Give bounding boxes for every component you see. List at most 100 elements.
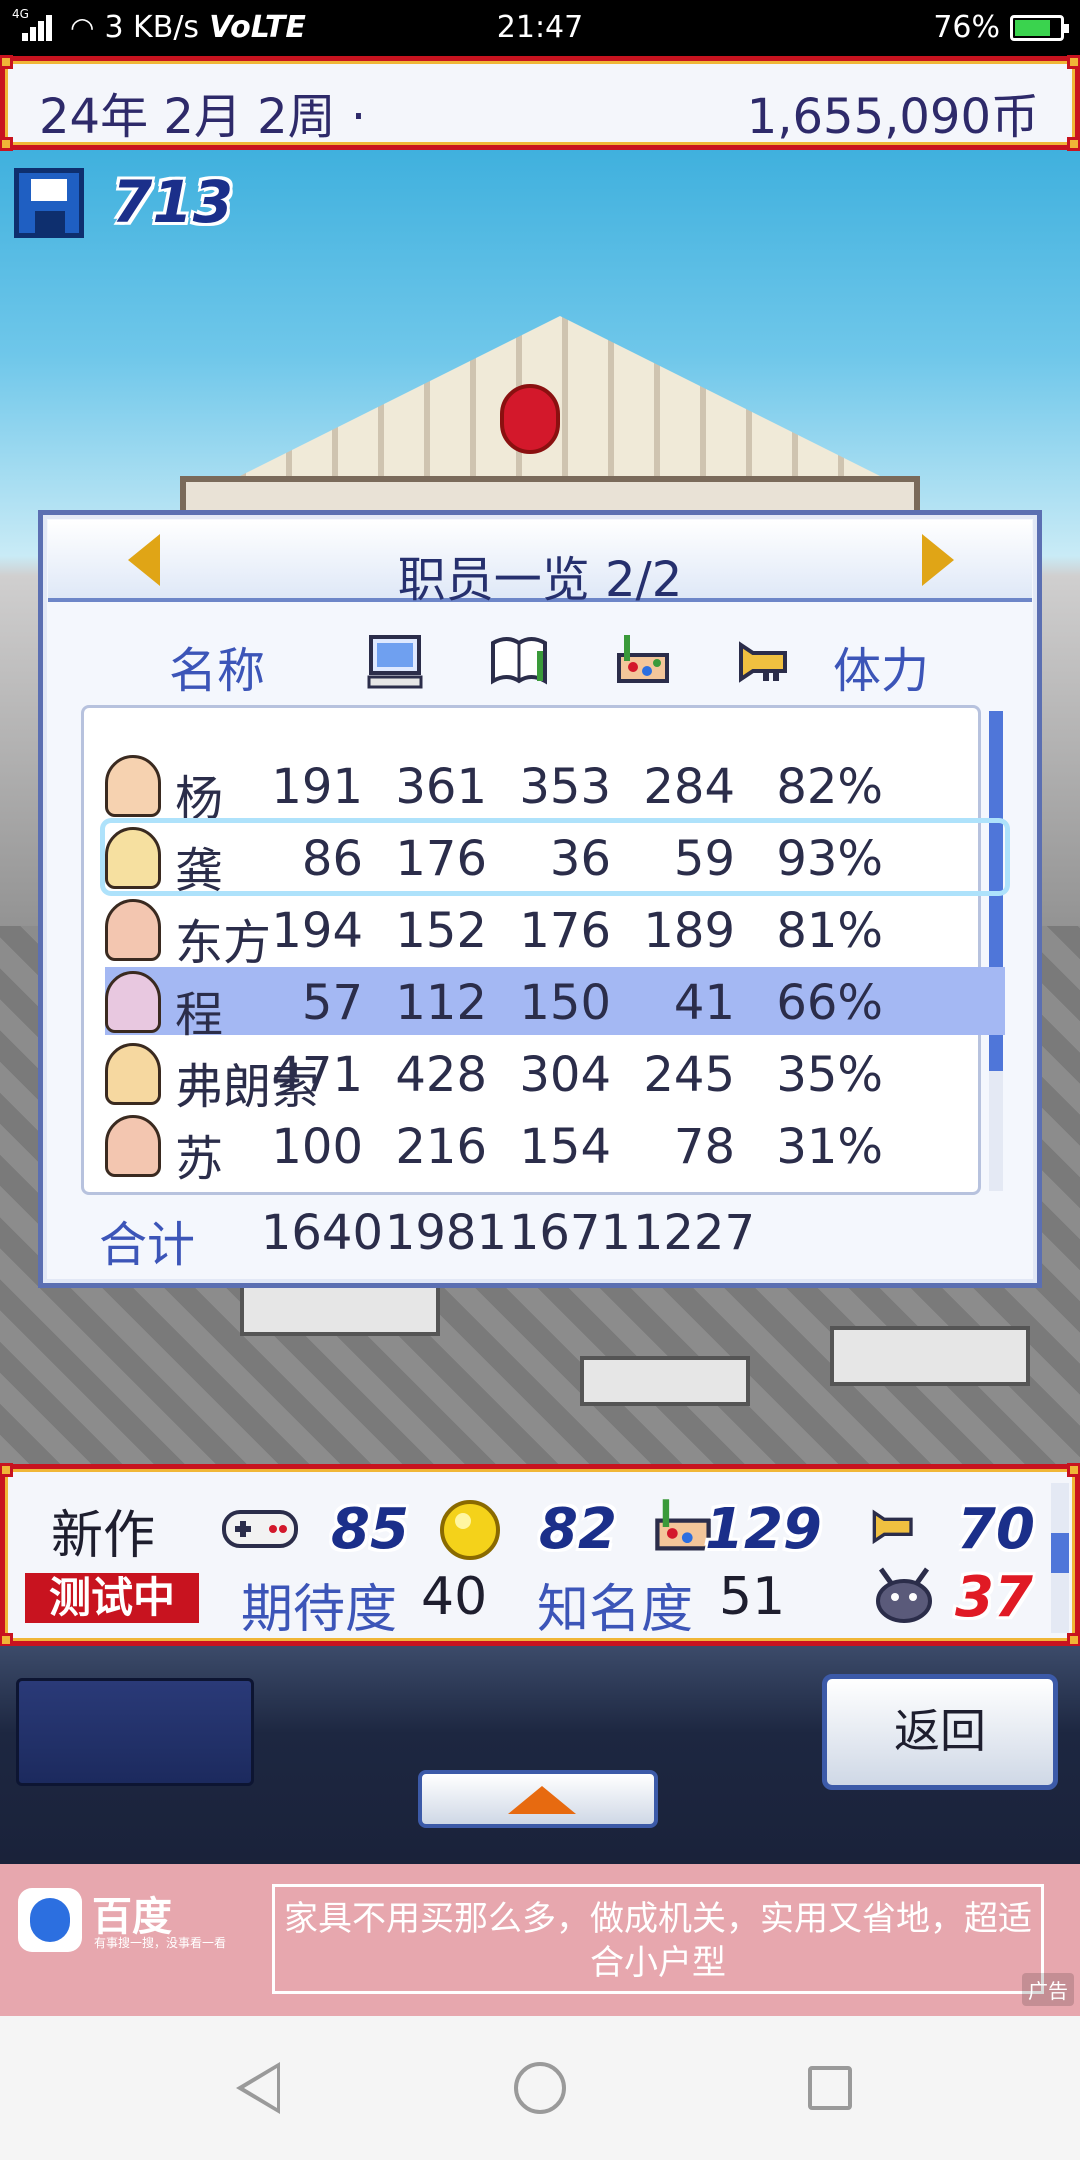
game-bar-scrollbar[interactable] bbox=[1051, 1483, 1069, 1633]
floppy-disk-icon[interactable] bbox=[14, 168, 84, 238]
baidu-logo-icon bbox=[18, 1888, 82, 1952]
battery-percent: 76% bbox=[933, 10, 1000, 45]
office-desk bbox=[580, 1356, 750, 1406]
paint-icon bbox=[617, 635, 669, 683]
computer-icon bbox=[367, 635, 423, 689]
staff-stamina: 31% bbox=[776, 1119, 883, 1175]
panel-header: 职员一览 2/2 bbox=[48, 520, 1032, 608]
staff-skill-value: 41 bbox=[673, 975, 735, 1031]
staff-skill-value: 59 bbox=[673, 831, 735, 887]
expectation-value: 40 bbox=[421, 1567, 488, 1627]
staff-name: 杨 bbox=[175, 771, 224, 827]
ad-tag[interactable]: 广告 bbox=[1022, 1973, 1074, 2006]
panel-title: 职员一览 2/2 bbox=[397, 552, 683, 608]
staff-skill-value: 86 bbox=[301, 831, 363, 887]
game-status-bar: 新作 测试中 85 82 129 70 期待度 40 知名度 51 37 bbox=[0, 1463, 1080, 1647]
staff-skill-value: 194 bbox=[271, 903, 363, 959]
total-value-3: 1671 bbox=[508, 1205, 631, 1261]
trumpet-icon bbox=[872, 1509, 913, 1545]
new-game-label: 新作 bbox=[51, 1506, 156, 1566]
battery-icon bbox=[1010, 14, 1069, 41]
staff-name: 程 bbox=[175, 987, 224, 1043]
staff-name: 苏 bbox=[175, 1131, 224, 1187]
staff-row[interactable]: 杨 191 361 353 284 82% bbox=[105, 751, 1005, 827]
staff-skill-value: 191 bbox=[271, 759, 363, 815]
expand-up-button[interactable] bbox=[418, 1770, 658, 1828]
ad-banner[interactable]: 百度 有事搜一搜，没事看一看 家具不用买那么多，做成机关，实用又省地，超适合小户… bbox=[0, 1864, 1080, 2016]
arrow-right-icon[interactable] bbox=[922, 534, 954, 586]
staff-name: 龚 bbox=[175, 843, 224, 899]
staff-skill-value: 154 bbox=[519, 1119, 611, 1175]
stat-graphics: 129 bbox=[705, 1497, 822, 1562]
staff-list-panel: 职员一览 2/2 名称 体力 杨 191 361 353 284 82% 龚 86 176 36 5… bbox=[38, 510, 1042, 1288]
trumpet-icon bbox=[739, 641, 787, 683]
staff-skill-value: 176 bbox=[395, 831, 487, 887]
staff-skill-value: 304 bbox=[519, 1047, 611, 1103]
money-amount: 1,655,090币 bbox=[746, 89, 1039, 145]
total-value-1: 1640 bbox=[260, 1205, 383, 1261]
staff-row[interactable]: 东方 194 152 176 189 81% bbox=[105, 895, 1005, 971]
staff-skill-value: 189 bbox=[643, 903, 735, 959]
stat-fun: 85 bbox=[331, 1497, 409, 1562]
staff-stamina: 81% bbox=[776, 903, 883, 959]
status-bar: 4G ◠ 3 KB/s VoLTE 21:47 76% bbox=[0, 0, 1080, 56]
staff-skill-value: 176 bbox=[519, 903, 611, 959]
staff-avatar bbox=[105, 755, 161, 817]
ad-text[interactable]: 家具不用买那么多，做成机关，实用又省地，超适合小户型 bbox=[272, 1884, 1044, 1994]
ad-slogan: 有事搜一搜，没事看一看 bbox=[94, 1936, 227, 1950]
testing-status-badge: 测试中 bbox=[25, 1573, 199, 1623]
empty-slot-button[interactable] bbox=[16, 1678, 254, 1786]
staff-skill-value: 353 bbox=[519, 759, 611, 815]
staff-skill-value: 471 bbox=[271, 1047, 363, 1103]
staff-skill-value: 245 bbox=[643, 1047, 735, 1103]
staff-row[interactable]: 弗朗索 471 428 304 245 35% bbox=[105, 1039, 1005, 1115]
fame-label: 知名度 bbox=[537, 1580, 694, 1640]
staff-skill-value: 150 bbox=[519, 975, 611, 1031]
office-desk bbox=[830, 1326, 1030, 1386]
nav-recent-apps-icon[interactable] bbox=[808, 2066, 852, 2110]
staff-row[interactable]: 苏 100 216 154 78 31% bbox=[105, 1111, 1005, 1187]
column-stamina-header: 体力 bbox=[833, 643, 930, 699]
save-count: 713 bbox=[112, 168, 234, 236]
book-icon bbox=[491, 637, 547, 685]
staff-avatar bbox=[105, 899, 161, 961]
total-label: 合计 bbox=[99, 1217, 196, 1273]
staff-skill-value: 428 bbox=[395, 1047, 487, 1103]
staff-stamina: 35% bbox=[776, 1047, 883, 1103]
game-date: 24年 2月 2周 · bbox=[39, 89, 367, 145]
gold-coin-icon bbox=[440, 1500, 500, 1560]
staff-skill-value: 36 bbox=[549, 831, 611, 887]
total-value-4: 1227 bbox=[632, 1205, 755, 1261]
staff-skill-value: 112 bbox=[395, 975, 487, 1031]
bug-icon bbox=[876, 1567, 932, 1623]
staff-skill-value: 78 bbox=[673, 1119, 735, 1175]
clock: 21:47 bbox=[496, 10, 584, 45]
top-info-bar: 24年 2月 2周 · 1,655,090币 bbox=[0, 55, 1080, 151]
column-name-header: 名称 bbox=[169, 643, 266, 699]
arrow-up-icon bbox=[508, 1786, 576, 1814]
staff-row[interactable]: 程 57 112 150 41 66% bbox=[105, 967, 1005, 1043]
stat-creativity: 82 bbox=[539, 1497, 617, 1562]
staff-skill-value: 152 bbox=[395, 903, 487, 959]
nav-home-icon[interactable] bbox=[514, 2062, 566, 2114]
gamepad-icon bbox=[222, 1510, 298, 1548]
bug-count: 37 bbox=[955, 1565, 1033, 1630]
lantern-icon bbox=[500, 384, 560, 454]
navigation-bar bbox=[0, 2016, 1080, 2160]
staff-avatar bbox=[105, 1115, 161, 1177]
staff-stamina: 82% bbox=[776, 759, 883, 815]
total-value-2: 1981 bbox=[384, 1205, 507, 1261]
staff-avatar bbox=[105, 1043, 161, 1105]
staff-stamina: 66% bbox=[776, 975, 883, 1031]
expectation-label: 期待度 bbox=[241, 1580, 398, 1640]
fame-value: 51 bbox=[719, 1567, 786, 1627]
staff-avatar bbox=[105, 827, 161, 889]
staff-avatar bbox=[105, 971, 161, 1033]
staff-skill-value: 361 bbox=[395, 759, 487, 815]
back-button[interactable]: 返回 bbox=[822, 1674, 1058, 1790]
staff-skill-value: 57 bbox=[301, 975, 363, 1031]
staff-skill-value: 284 bbox=[643, 759, 735, 815]
staff-row[interactable]: 龚 86 176 36 59 93% bbox=[105, 823, 1005, 899]
bottom-controls: 返回 bbox=[0, 1646, 1080, 1864]
nav-back-icon[interactable] bbox=[236, 2062, 280, 2114]
